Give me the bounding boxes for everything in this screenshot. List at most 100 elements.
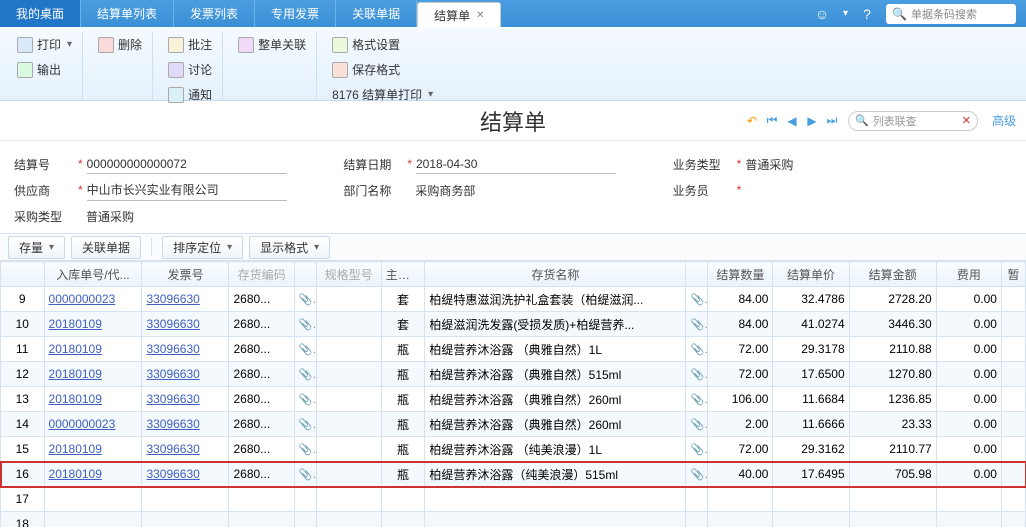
table-row[interactable]: 17 [1, 487, 1026, 512]
col-price[interactable]: 结算单价 [773, 262, 849, 287]
table-row[interactable]: 90000000023330966302680...📎套柏缇特惠滋润洗护礼盒套装… [1, 287, 1026, 312]
table-row[interactable]: 140000000023330966302680...📎瓶柏缇营养沐浴露 （典雅… [1, 412, 1026, 437]
print-button[interactable]: 打印▾ [13, 34, 76, 55]
col-stock-name[interactable]: 存货名称 [425, 262, 686, 287]
invoice-no-link[interactable]: 33096630 [142, 362, 229, 387]
col-uom[interactable]: 主计量 [381, 262, 425, 287]
tab-3[interactable]: 专用发票 [255, 0, 336, 27]
tab-4[interactable]: 关联单据 [336, 0, 417, 27]
settle-no-field[interactable]: 000000000000072 [87, 155, 287, 174]
stock-name: 柏缇营养沐浴露（纯美浪漫）515ml [425, 462, 686, 487]
table-row[interactable]: 1520180109330966302680...📎瓶柏缇营养沐浴露 （纯美浪漫… [1, 437, 1026, 462]
biz-type-field[interactable]: 普通采购 [745, 154, 945, 175]
tab-5[interactable]: 结算单✕ [417, 2, 501, 27]
dept-field[interactable]: 采购商务部 [415, 180, 615, 201]
last-button[interactable]: ⏭ [824, 113, 840, 129]
table-row[interactable]: 1620180109330966302680...📎瓶柏缇营养沐浴露（纯美浪漫）… [1, 462, 1026, 487]
invoice-no-link[interactable]: 33096630 [142, 462, 229, 487]
qty: 72.00 [708, 437, 773, 462]
warehouse-no-link[interactable]: 20180109 [44, 437, 142, 462]
spec [316, 412, 381, 437]
stock-code: 2680... [229, 412, 294, 437]
relate-button[interactable]: 整单关联 [234, 34, 310, 55]
warehouse-no-link[interactable]: 0000000023 [44, 287, 142, 312]
warehouse-no-link[interactable]: 20180109 [44, 337, 142, 362]
col-fee[interactable]: 费用 [936, 262, 1001, 287]
stock-button[interactable]: 存量▾ [8, 236, 65, 259]
fee: 0.00 [936, 437, 1001, 462]
clip-icon: 📎 [294, 412, 316, 437]
stub [1001, 287, 1025, 312]
col-qty[interactable]: 结算数量 [708, 262, 773, 287]
col-invoice-no[interactable]: 发票号 [142, 262, 229, 287]
settle-date-field[interactable]: 2018-04-30 [416, 155, 616, 174]
warehouse-no-link[interactable]: 0000000023 [44, 412, 142, 437]
next-button[interactable]: ▶ [804, 113, 820, 129]
col-warehouse-no[interactable]: 入库单号/代... [44, 262, 142, 287]
help-icon[interactable]: ? [858, 5, 876, 23]
undo-button[interactable]: ↶ [744, 113, 760, 129]
col-stock-code[interactable]: 存货编码 [229, 262, 294, 287]
purchase-type-field[interactable]: 普通采购 [86, 206, 286, 227]
clip-icon: 📎 [686, 312, 708, 337]
warehouse-no-link[interactable]: 20180109 [44, 387, 142, 412]
display-format-button[interactable]: 显示格式▾ [249, 236, 330, 259]
stock-code: 2680... [229, 387, 294, 412]
warehouse-no-link[interactable]: 20180109 [44, 362, 142, 387]
stub [1001, 437, 1025, 462]
table-row[interactable]: 1220180109330966302680...📎瓶柏缇营养沐浴露 （典雅自然… [1, 362, 1026, 387]
prev-button[interactable]: ◀ [784, 113, 800, 129]
advanced-link[interactable]: 高级 [992, 112, 1016, 129]
warehouse-no-link[interactable]: 20180109 [44, 312, 142, 337]
first-button[interactable]: ⏮ [764, 113, 780, 129]
invoice-no-link[interactable]: 33096630 [142, 387, 229, 412]
biz-person-field[interactable] [745, 188, 945, 192]
user-icon[interactable]: ☺ [813, 5, 831, 23]
qty: 2.00 [708, 412, 773, 437]
grid[interactable]: 入库单号/代... 发票号 存货编码 规格型号 主计量 存货名称 结算数量 结算… [0, 261, 1026, 527]
col-amount[interactable]: 结算金额 [849, 262, 936, 287]
list-lookup[interactable]: 🔍 列表联查 ✕ [848, 111, 978, 131]
invoice-no-link[interactable]: 33096630 [142, 437, 229, 462]
clip-icon: 📎 [686, 337, 708, 362]
qty [708, 487, 773, 512]
clear-icon[interactable]: ✕ [962, 114, 971, 127]
note-button[interactable]: 批注 [164, 34, 216, 55]
table-row[interactable]: 1320180109330966302680...📎瓶柏缇营养沐浴露 （典雅自然… [1, 387, 1026, 412]
uom: 瓶 [381, 437, 425, 462]
table-row[interactable]: 1020180109330966302680...📎套柏缇滋润洗发露(受损发质)… [1, 312, 1026, 337]
discuss-button[interactable]: 讨论 [164, 59, 216, 80]
clip-icon: 📎 [294, 287, 316, 312]
uom [381, 512, 425, 528]
invoice-no-link[interactable]: 33096630 [142, 287, 229, 312]
invoice-no-link[interactable]: 33096630 [142, 337, 229, 362]
supplier-field[interactable]: 中山市长兴实业有限公司 [87, 179, 287, 201]
clip-icon: 📎 [294, 362, 316, 387]
sort-button[interactable]: 排序定位▾ [162, 236, 243, 259]
table-row[interactable]: 18 [1, 512, 1026, 528]
format-button[interactable]: 格式设置 [328, 34, 437, 55]
fee: 0.00 [936, 412, 1001, 437]
export-button[interactable]: 输出 [13, 59, 76, 80]
price: 11.6666 [773, 412, 849, 437]
stock-name: 柏缇营养沐浴露 （典雅自然）260ml [425, 412, 686, 437]
tab-1[interactable]: 结算单列表 [81, 0, 174, 27]
global-search[interactable]: 🔍 单据条码搜索 [886, 4, 1016, 24]
invoice-no-link[interactable]: 33096630 [142, 412, 229, 437]
tab-2[interactable]: 发票列表 [174, 0, 255, 27]
qty: 40.00 [708, 462, 773, 487]
row-index: 10 [1, 312, 45, 337]
invoice-no-link[interactable]: 33096630 [142, 312, 229, 337]
warehouse-no-link[interactable]: 20180109 [44, 462, 142, 487]
delete-button[interactable]: 删除 [94, 34, 146, 55]
col-stub[interactable]: 暂 [1001, 262, 1025, 287]
stock-code: 2680... [229, 462, 294, 487]
rel-doc-button[interactable]: 关联单据 [71, 236, 141, 259]
spec [316, 437, 381, 462]
col-spec[interactable]: 规格型号 [316, 262, 381, 287]
stock-name: 柏缇营养沐浴露 （典雅自然）515ml [425, 362, 686, 387]
tab-0[interactable]: 我的桌面 [0, 0, 81, 27]
close-icon[interactable]: ✕ [476, 10, 484, 21]
table-row[interactable]: 1120180109330966302680...📎瓶柏缇营养沐浴露 （典雅自然… [1, 337, 1026, 362]
save-format-button[interactable]: 保存格式 [328, 59, 437, 80]
